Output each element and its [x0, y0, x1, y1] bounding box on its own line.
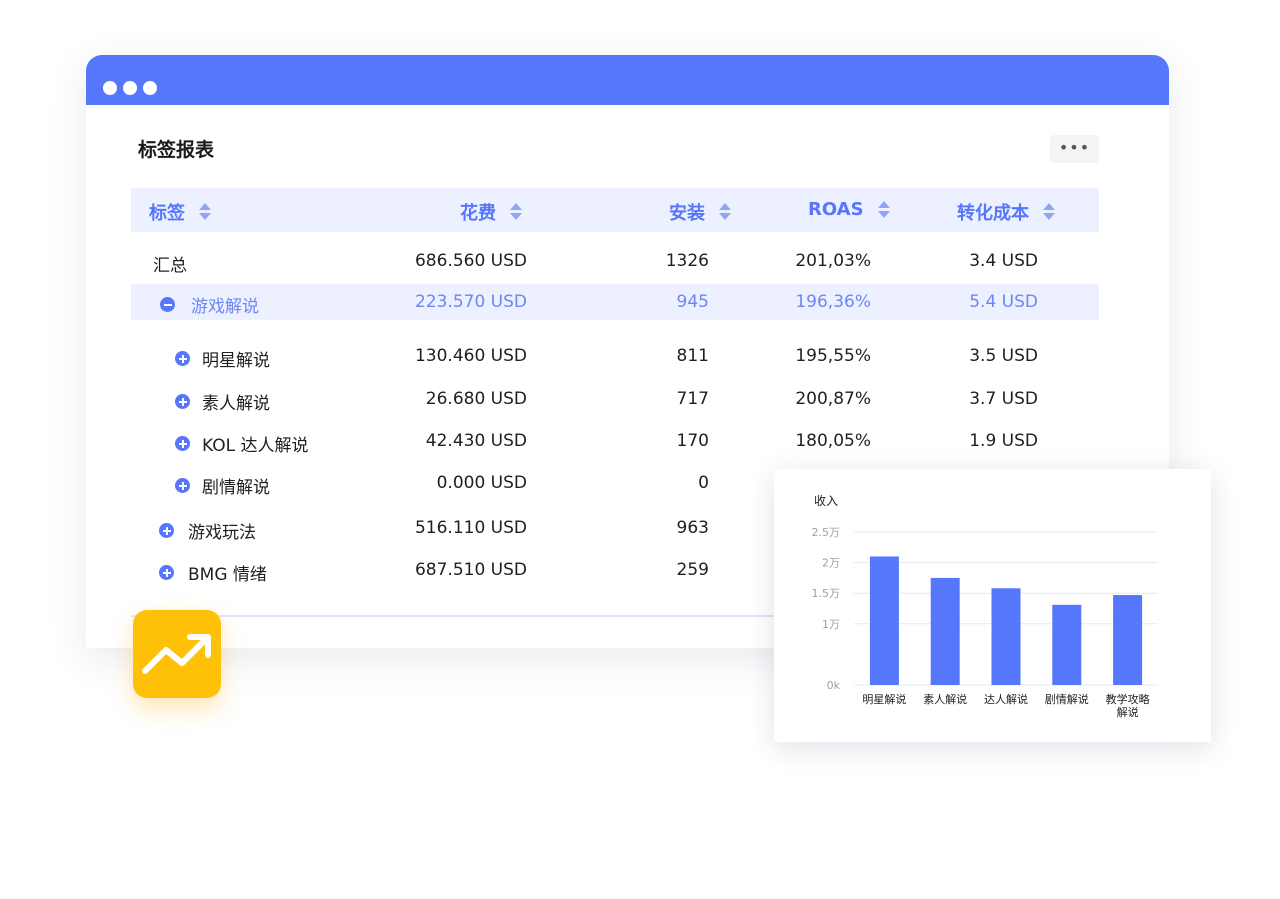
column-header-roas[interactable]: ROAS: [808, 199, 890, 220]
row-label: 游戏解说: [191, 297, 259, 317]
cell-spend: 686.560 USD: [414, 251, 527, 271]
chart-bar: [869, 556, 899, 685]
expand-icon[interactable]: [175, 478, 190, 493]
chart-bar: [1052, 604, 1082, 685]
chart-bar: [930, 577, 960, 685]
chart-x-tick-label: 教学攻略解说: [1106, 692, 1150, 719]
chart-y-tick-label: 1万: [822, 618, 840, 631]
window-dot-icon[interactable]: [103, 81, 117, 95]
chart-x-tick-label: 达人解说: [984, 692, 1028, 706]
row-label: KOL 达人解说: [202, 436, 309, 456]
chart-y-tick-label: 2.5万: [812, 526, 841, 539]
cell-cost: 3.7 USD: [969, 389, 1038, 409]
cell-installs: 1326: [665, 251, 709, 271]
cell-spend: 42.430 USD: [425, 431, 527, 451]
cell-installs: 963: [676, 518, 709, 538]
sort-icon[interactable]: [719, 203, 731, 221]
table-row[interactable]: 明星解说 130.460 USD 811 195,55% 3.5 USD: [131, 338, 1099, 374]
column-header-label: 标签: [149, 203, 185, 224]
column-header-tag[interactable]: 标签: [149, 199, 211, 225]
more-options-button[interactable]: •••: [1050, 135, 1099, 163]
table-row[interactable]: KOL 达人解说 42.430 USD 170 180,05% 1.9 USD: [131, 423, 1099, 459]
cell-installs: 717: [676, 389, 709, 409]
column-header-label: 安装: [669, 203, 705, 224]
row-label: BMG 情绪: [188, 565, 267, 585]
chart-bar: [1113, 595, 1143, 685]
cell-spend: 0.000 USD: [436, 473, 527, 493]
cell-spend: 26.680 USD: [425, 389, 527, 409]
trending-up-icon: [142, 634, 211, 674]
row-label: 明星解说: [202, 351, 270, 371]
chart-y-axis-title: 收入: [814, 494, 838, 508]
column-header-label: 转化成本: [957, 203, 1029, 224]
row-label: 素人解说: [202, 394, 270, 414]
chart-x-tick-label: 素人解说: [923, 692, 967, 706]
table-row[interactable]: 素人解说 26.680 USD 717 200,87% 3.7 USD: [131, 381, 1099, 417]
sort-icon[interactable]: [510, 203, 522, 221]
cell-roas: 180,05%: [795, 431, 871, 451]
cell-spend: 687.510 USD: [414, 560, 527, 580]
column-header-installs[interactable]: 安装: [669, 199, 731, 225]
expand-icon[interactable]: [159, 523, 174, 538]
cell-cost: 3.5 USD: [969, 346, 1038, 366]
expand-icon[interactable]: [175, 436, 190, 451]
window-titlebar: [86, 55, 1169, 105]
cell-cost: 3.4 USD: [969, 251, 1038, 271]
cell-installs: 170: [676, 431, 709, 451]
sort-icon[interactable]: [199, 203, 211, 221]
column-header-label: ROAS: [808, 199, 864, 220]
cell-spend: 223.570 USD: [414, 292, 527, 312]
expand-icon[interactable]: [175, 394, 190, 409]
cell-roas: 196,36%: [795, 292, 871, 312]
cell-cost: 1.9 USD: [969, 431, 1038, 451]
chart-bar: [991, 588, 1021, 685]
chart-y-tick-label: 2万: [822, 557, 840, 570]
column-header-cost[interactable]: 转化成本: [957, 199, 1055, 225]
cell-roas: 195,55%: [795, 346, 871, 366]
revenue-chart-card: 收入 0k 1万 1.5万 2万 2.5万明星解说 素人解说 达人解说 剧情解说 教学攻略解说: [774, 469, 1211, 742]
row-label: 游戏玩法: [188, 523, 256, 543]
chart-x-tick-label: 明星解说: [862, 692, 906, 706]
cell-installs: 811: [676, 346, 709, 366]
column-header-spend[interactable]: 花费: [460, 199, 522, 225]
sort-icon[interactable]: [877, 200, 890, 219]
table-row-summary: 汇总 686.560 USD 1326 201,03% 3.4 USD: [131, 243, 1099, 279]
cell-spend: 516.110 USD: [414, 518, 527, 538]
chart-y-tick-label: 0k: [827, 679, 841, 692]
revenue-bar-chart: 收入 0k 1万 1.5万 2万 2.5万明星解说 素人解说 达人解说 剧情解说 教学攻略解说: [812, 494, 1158, 719]
chart-y-tick-label: 1.5万: [812, 587, 841, 600]
row-label: 汇总: [153, 256, 187, 276]
column-header-label: 花费: [460, 203, 496, 224]
table-row-group[interactable]: 游戏解说 223.570 USD 945 196,36% 5.4 USD: [131, 284, 1099, 320]
cell-installs: 945: [676, 292, 709, 312]
cell-installs: 259: [676, 560, 709, 580]
collapse-icon[interactable]: [160, 297, 175, 312]
window-dot-icon[interactable]: [143, 81, 157, 95]
page-title: 标签报表: [138, 139, 215, 161]
table-header: 标签 花费 安装 ROAS 转化成本: [131, 188, 1099, 232]
cell-cost: 5.4 USD: [969, 292, 1038, 312]
cell-installs: 0: [698, 473, 709, 493]
row-label: 剧情解说: [202, 478, 270, 498]
expand-icon[interactable]: [159, 565, 174, 580]
cell-roas: 201,03%: [795, 251, 871, 271]
cell-roas: 200,87%: [795, 389, 871, 409]
cell-spend: 130.460 USD: [414, 346, 527, 366]
sort-icon[interactable]: [1043, 203, 1055, 221]
window-dot-icon[interactable]: [123, 81, 137, 95]
expand-icon[interactable]: [175, 351, 190, 366]
chart-x-tick-label: 剧情解说: [1045, 692, 1089, 706]
trend-badge: [133, 610, 221, 698]
